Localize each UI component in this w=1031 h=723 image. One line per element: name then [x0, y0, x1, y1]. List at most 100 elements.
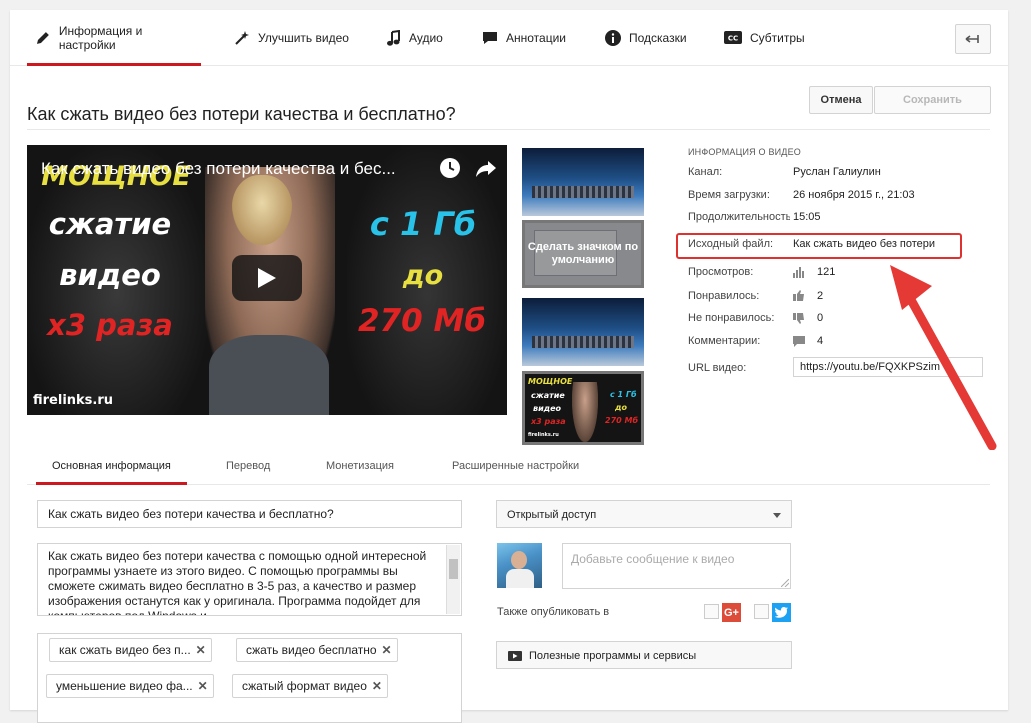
overlay-site: firelinks.ru	[528, 432, 559, 438]
resize-handle-icon[interactable]	[781, 579, 789, 587]
overlay-text: с 1 Гб	[610, 390, 637, 399]
tag-label: сжать видео бесплатно	[246, 643, 377, 657]
playlist-label: Полезные программы и сервисы	[529, 650, 697, 662]
scrollbar-thumb[interactable]	[449, 559, 458, 579]
playlist-selector[interactable]: Полезные программы и сервисы	[496, 641, 792, 669]
overlay-text: x3 раза	[47, 308, 173, 342]
tab-annotations[interactable]: Аннотации	[482, 10, 566, 65]
bar-chart-icon	[793, 267, 804, 278]
tab-label: Аннотации	[506, 30, 566, 45]
subtab-advanced[interactable]: Расширенные настройки	[452, 460, 579, 472]
likes-value: 2	[817, 290, 824, 302]
remove-tag-icon[interactable]: ✕	[381, 639, 391, 661]
svg-text:CC: CC	[728, 35, 738, 43]
tags-field[interactable]: как сжать видео без п... ✕ сжать видео бе…	[37, 633, 462, 723]
video-frame-figure	[209, 335, 329, 415]
magic-wand-icon	[235, 30, 249, 45]
likes-label: Понравилось:	[688, 290, 760, 302]
thumbnail-option[interactable]: Сделать значком по умолчанию	[522, 220, 644, 288]
comment-icon	[793, 336, 805, 347]
overlay-text: 270 Мб	[605, 416, 639, 425]
back-button[interactable]	[955, 24, 991, 54]
views-value: 121	[817, 266, 836, 278]
thumbnail-option[interactable]	[522, 298, 644, 366]
channel-value: Руслан Галиулин	[793, 166, 881, 178]
tag-chip[interactable]: как сжать видео без п... ✕	[49, 638, 212, 662]
cancel-button[interactable]: Отмена	[809, 86, 873, 114]
tag-chip[interactable]: сжать видео бесплатно ✕	[236, 638, 398, 662]
play-button[interactable]	[232, 255, 302, 301]
tab-label: Улучшить видео	[258, 30, 349, 45]
overlay-text: до	[615, 403, 627, 412]
make-default-thumbnail-button[interactable]: Сделать значком по умолчанию	[525, 223, 641, 285]
custom-thumbnail[interactable]: МОЩНОЕ сжатие видео x3 раза с 1 Гб до 27…	[522, 371, 644, 445]
tag-chip[interactable]: уменьшение видео фа... ✕	[46, 674, 214, 698]
twitter-icon	[772, 603, 791, 622]
thumbnail-image: МОЩНОЕ сжатие видео x3 раза с 1 Гб до 27…	[525, 374, 641, 442]
subtab-monetization[interactable]: Монетизация	[326, 460, 394, 472]
twitter-checkbox[interactable]	[754, 604, 769, 619]
music-note-icon	[387, 29, 400, 46]
gplus-checkbox[interactable]	[704, 604, 719, 619]
duration-value: 15:05	[793, 211, 821, 223]
tab-cards[interactable]: Подсказки	[605, 10, 687, 65]
overlay-text: сжатие	[48, 207, 172, 241]
info-icon	[605, 29, 621, 46]
overlay-text: до	[402, 260, 444, 291]
twitter-bird-shape	[775, 607, 788, 618]
remove-tag-icon[interactable]: ✕	[196, 639, 206, 661]
thumbnail-option[interactable]	[522, 148, 644, 216]
description-text: Как сжать видео без потери качества с по…	[48, 549, 427, 616]
comments-value: 4	[817, 335, 824, 347]
pencil-icon	[36, 31, 49, 44]
tab-subtitles[interactable]: CC Субтитры	[724, 10, 805, 65]
player-actions	[439, 157, 497, 179]
tab-audio[interactable]: Аудио	[387, 10, 443, 65]
also-publish-label: Также опубликовать в	[497, 606, 610, 618]
video-frame-figure	[232, 175, 292, 245]
tag-label: уменьшение видео фа...	[56, 679, 193, 693]
overlay-text: x3 раза	[531, 417, 566, 426]
tab-label: Аудио	[409, 30, 443, 45]
watch-later-icon[interactable]	[439, 157, 461, 179]
overlay-text: видео	[59, 258, 161, 292]
overlay-text: с 1 Гб	[369, 205, 477, 243]
video-player[interactable]: МОЩНОЕ сжатие видео x3 раза с 1 Гб до 27…	[27, 145, 507, 415]
subtab-translation[interactable]: Перевод	[226, 460, 270, 472]
description-textarea[interactable]: Как сжать видео без потери качества с по…	[37, 543, 462, 616]
title-input[interactable]: Как сжать видео без потери качества и бе…	[37, 500, 462, 528]
description-scrollbar[interactable]	[446, 545, 460, 614]
speech-bubble-icon	[483, 31, 497, 44]
tag-chip[interactable]: сжатый формат видео ✕	[232, 674, 388, 698]
remove-tag-icon[interactable]: ✕	[372, 675, 382, 697]
share-icon[interactable]	[475, 157, 497, 179]
tab-info-settings[interactable]: Информация и настройки	[27, 10, 201, 66]
upload-time-label: Время загрузки:	[688, 189, 770, 201]
privacy-select[interactable]: Открытый доступ	[496, 500, 792, 528]
chevron-down-icon	[773, 513, 781, 518]
dislikes-label: Не понравилось:	[688, 312, 775, 324]
annotation-arrow	[890, 265, 997, 450]
tag-label: как сжать видео без п...	[59, 643, 191, 657]
settings-subtabs: Основная информация Перевод Монетизация …	[27, 450, 990, 485]
thumbs-up-icon	[793, 290, 804, 301]
thumbnail-image	[522, 298, 644, 366]
overlay-text: МОЩНОЕ	[528, 377, 573, 386]
channel-label: Канал:	[688, 166, 723, 178]
url-label: URL видео:	[688, 362, 747, 374]
remove-tag-icon[interactable]: ✕	[198, 675, 208, 697]
video-info-heading: ИНФОРМАЦИЯ О ВИДЕО	[688, 147, 802, 157]
tag-label: сжатый формат видео	[242, 679, 367, 693]
page-title: Как сжать видео без потери качества и бе…	[27, 104, 456, 125]
tab-enhance-video[interactable]: Улучшить видео	[234, 10, 349, 65]
save-button[interactable]: Сохранить	[874, 86, 991, 114]
duration-label: Продолжительность:	[688, 211, 790, 223]
subtab-basic-info[interactable]: Основная информация	[36, 460, 187, 485]
tab-label: Подсказки	[629, 30, 687, 45]
tab-label: Информация и настройки	[58, 23, 143, 52]
highlight-box	[676, 233, 962, 259]
share-message-input[interactable]: Добавьте сообщение к видео	[562, 543, 791, 589]
thumbs-down-icon	[793, 313, 804, 324]
player-title[interactable]: Как сжать видео без потери качества и бе…	[41, 159, 421, 179]
overlay-text: сжатие	[531, 391, 565, 400]
